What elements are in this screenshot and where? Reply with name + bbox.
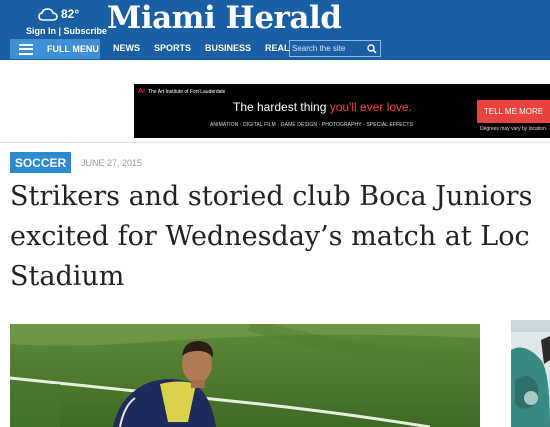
title-line: excited for Wednesday’s match at Loc [10, 221, 530, 252]
divider [0, 142, 550, 143]
ai-logo-icon: Ai [138, 88, 145, 95]
ad-cta-button[interactable]: TELL ME MORE [477, 100, 550, 123]
nav-news[interactable]: NEWS [113, 43, 140, 53]
side-photo[interactable] [511, 320, 550, 427]
site-header: 82° Sign In | Subscribe Miami Herald FUL… [0, 0, 550, 60]
cloud-icon [38, 8, 58, 21]
publish-date: JUNE 27, 2015 [81, 158, 143, 168]
weather-temperature: 82° [61, 7, 80, 21]
advertisement-banner[interactable]: Ai The Art Institute of Fort Lauderdale T… [134, 84, 550, 138]
article-photo[interactable] [10, 324, 480, 427]
article-title: Strikers and storied club Boca Juniors e… [10, 177, 550, 297]
section-tag[interactable]: SOCCER [10, 152, 71, 173]
search-input[interactable] [292, 42, 362, 55]
title-line: Stadium [10, 261, 125, 292]
full-menu-button[interactable]: FULL MENU [10, 39, 100, 59]
full-menu-label: FULL MENU [47, 44, 99, 54]
signin-subscribe-link[interactable]: Sign In | Subscribe [26, 26, 107, 36]
soccer-player-image [10, 324, 480, 427]
ad-brand: Ai The Art Institute of Fort Lauderdale [138, 88, 226, 95]
side-photo-image [511, 320, 550, 427]
hamburger-icon [19, 43, 33, 55]
title-line: Strikers and storied club Boca Juniors [10, 181, 533, 212]
search-box [289, 40, 381, 57]
ad-disclaimer: Degrees may vary by location. [480, 126, 548, 132]
ad-headline: The hardest thing you'll ever love. [233, 100, 413, 114]
ad-programs: ANIMATION · DIGITAL FILM · GAME DESIGN ·… [210, 122, 413, 128]
nav-sports[interactable]: SPORTS [154, 43, 191, 53]
search-icon[interactable] [367, 44, 377, 54]
site-logo[interactable]: Miami Herald [107, 0, 342, 36]
nav-business[interactable]: BUSINESS [205, 43, 251, 53]
